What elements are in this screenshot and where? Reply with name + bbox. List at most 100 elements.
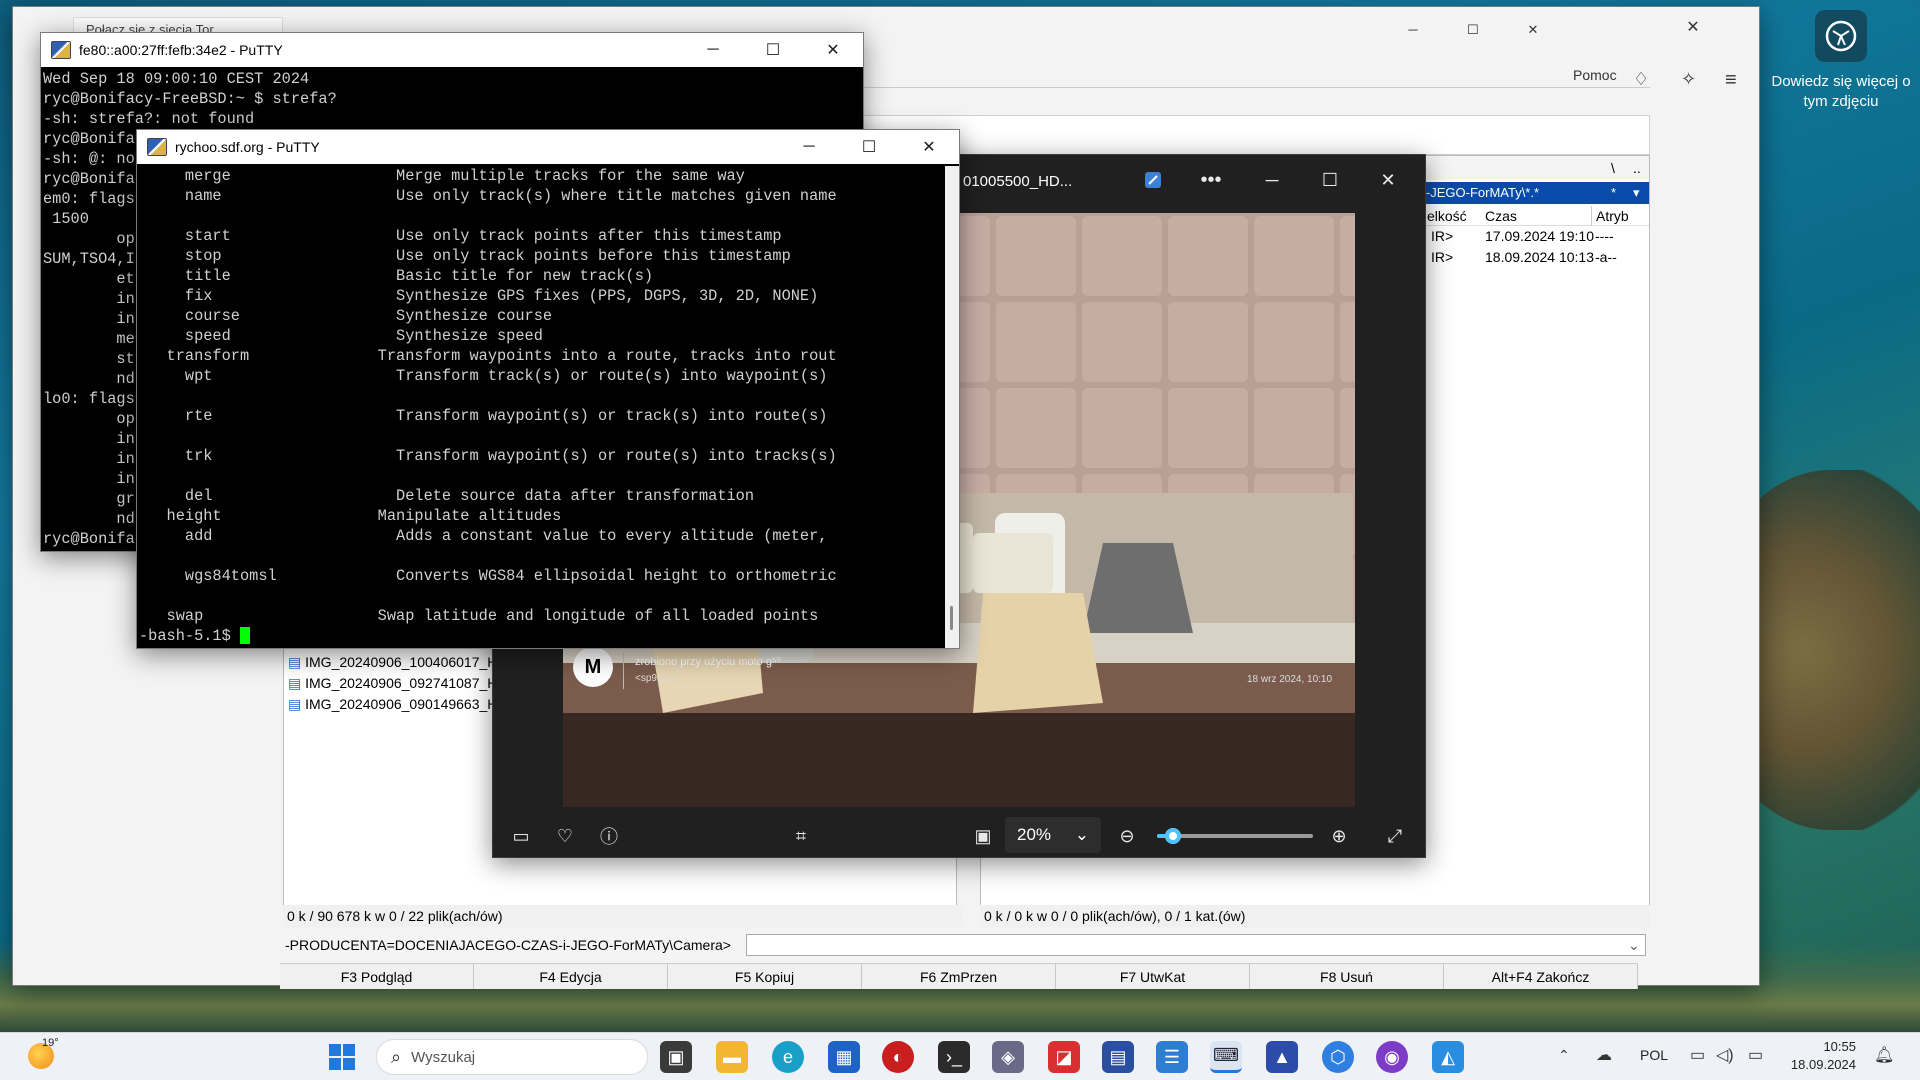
bell-icon[interactable]: 🔔︎ — [1874, 1045, 1894, 1065]
putty-taskbar-icon[interactable]: ⌨ — [1210, 1041, 1242, 1073]
scrollbar[interactable] — [945, 166, 959, 648]
cmd-input[interactable] — [746, 934, 1646, 956]
menu-icon[interactable]: ≡ — [1725, 69, 1737, 92]
battery-icon[interactable]: ▭ — [1748, 1045, 1763, 1065]
f8-delete-button[interactable]: F8 Usuń — [1250, 964, 1444, 989]
terminal-prompt[interactable]: -bash-5.1$ — [139, 626, 937, 646]
command-line[interactable]: -PRODUCENTA=DOCENIAJACEGO-CZAS-i-JEGO-Fo… — [283, 931, 1651, 959]
save-icon[interactable]: ▤ — [1102, 1041, 1134, 1073]
putty1-titlebar[interactable]: fe80::a00:27ff:fefb:34e2 - PuTTY ─ ☐ ✕ — [41, 33, 863, 67]
minimize-icon[interactable]: ─ — [779, 130, 839, 164]
terminal-output[interactable]: merge Merge multiple tracks for the same… — [139, 166, 937, 648]
zoom-out-icon[interactable]: ⊖ — [1109, 820, 1145, 852]
scrollbar-thumb[interactable] — [950, 606, 953, 630]
fullscreen-icon[interactable]: ⤢ — [1377, 820, 1413, 852]
putty-window-2[interactable]: rychoo.sdf.org - PuTTY ─ ☐ ✕ merge Merge… — [136, 129, 960, 649]
terminal-line: start Use only track points after this t… — [139, 227, 782, 245]
sparkle-icon[interactable]: ✧ — [1681, 69, 1696, 90]
filmstrip-icon[interactable]: ▭ — [503, 820, 539, 852]
parent-button[interactable]: .. — [1633, 160, 1641, 176]
f5-copy-button[interactable]: F5 Kopiuj — [668, 964, 862, 989]
more-icon[interactable]: ••• — [1191, 165, 1231, 195]
edge-icon[interactable]: e — [772, 1041, 804, 1073]
heart-icon[interactable]: ♡ — [547, 820, 583, 852]
language-indicator[interactable]: POL — [1640, 1047, 1668, 1063]
minimize-icon[interactable]: ─ — [1247, 165, 1297, 195]
total-commander-icon[interactable]: ▲ — [1266, 1041, 1298, 1073]
zoom-in-icon[interactable]: ⊕ — [1321, 820, 1357, 852]
pdf-icon[interactable]: ◪ — [1048, 1041, 1080, 1073]
f6-move-button[interactable]: F6 ZmPrzen — [862, 964, 1056, 989]
filter-star[interactable]: * — [1611, 182, 1616, 204]
file-name: IMG_20240906_100406017_H — [305, 654, 498, 670]
terminal-line: del Delete source data after transformat… — [139, 487, 755, 505]
row-attr: ---- — [1595, 228, 1614, 244]
visual-search-icon[interactable]: ⌗ — [783, 820, 819, 852]
volume-icon[interactable]: ◁) — [1716, 1045, 1734, 1065]
clock[interactable]: 10:55 18.09.2024 — [1786, 1038, 1856, 1074]
search-box[interactable]: ⌕ Wyszukaj — [376, 1039, 648, 1075]
list-item[interactable]: ▤ IMG_20240906_092741087_H — [288, 673, 497, 694]
f4-edit-button[interactable]: F4 Edycja — [474, 964, 668, 989]
row-time: 17.09.2024 19:10 — [1485, 228, 1594, 244]
start-icon[interactable] — [326, 1041, 358, 1073]
weather-temp: 19° — [42, 1037, 59, 1049]
terminal-icon[interactable]: ›_ — [938, 1041, 970, 1073]
col-attr[interactable]: Atryb — [1591, 206, 1629, 226]
file-explorer-icon[interactable]: ▬ — [716, 1041, 748, 1073]
maximize-icon[interactable]: ☐ — [1305, 165, 1355, 195]
cursor — [239, 627, 250, 645]
zoom-dropdown[interactable]: 20% ⌄ — [1005, 817, 1101, 853]
minimize-icon[interactable]: ─ — [1393, 15, 1433, 45]
col-time[interactable]: Czas — [1485, 206, 1517, 226]
close-icon[interactable]: ✕ — [899, 130, 959, 164]
close-icon[interactable]: ✕ — [1513, 15, 1553, 45]
edit-icon[interactable] — [1135, 165, 1171, 195]
outer-close-icon[interactable]: ✕ — [1663, 13, 1723, 43]
tor-icon[interactable]: ◉ — [1376, 1041, 1408, 1073]
search-placeholder: Wyszukaj — [411, 1048, 476, 1066]
zoom-slider-thumb[interactable] — [1164, 828, 1181, 844]
file-name: IMG_20240906_092741087_H — [305, 675, 498, 691]
clock-date: 18.09.2024 — [1790, 1057, 1856, 1072]
list-item[interactable]: ▤ IMG_20240906_090149663_H — [288, 694, 497, 715]
actual-size-icon[interactable]: ▣ — [965, 820, 1001, 852]
terminal-line: wpt Transform track(s) or route(s) into … — [139, 367, 828, 385]
app-icon-red[interactable]: ◐ — [882, 1041, 914, 1073]
right-path: i-JEGO-ForMATy\*.* — [1423, 185, 1540, 200]
f3-view-button[interactable]: F3 Podgląd — [280, 964, 474, 989]
network-icon[interactable]: ▭ — [1690, 1045, 1705, 1065]
notepad-icon[interactable]: ☰ — [1156, 1041, 1188, 1073]
close-icon[interactable]: ✕ — [1363, 165, 1413, 195]
spotlight-widget[interactable]: Dowiedz się więcej o tym zdjęciu — [1768, 10, 1914, 112]
info-icon[interactable]: ⓘ — [591, 820, 627, 852]
app-icon-blue[interactable]: ⬡ — [1322, 1041, 1354, 1073]
watermark-date: 18 wrz 2024, 10:10 — [1247, 674, 1333, 685]
maximize-icon[interactable]: ☐ — [839, 130, 899, 164]
list-item[interactable]: ▤ IMG_20240906_100406017_H — [288, 652, 497, 673]
exit-button[interactable]: Alt+F4 Zakończ — [1444, 964, 1638, 989]
menu-help[interactable]: Pomoc — [1573, 67, 1617, 83]
chevron-down-icon[interactable]: ▾ — [1633, 182, 1640, 204]
chevron-down-icon[interactable]: ⌄ — [1628, 931, 1640, 959]
cloud-icon[interactable]: ☁ — [1596, 1045, 1612, 1065]
col-size[interactable]: elkość — [1427, 206, 1467, 226]
maximize-icon[interactable]: ☐ — [1453, 15, 1493, 45]
putty2-titlebar[interactable]: rychoo.sdf.org - PuTTY ─ ☐ ✕ — [137, 130, 959, 164]
store-icon[interactable]: ▦ — [828, 1041, 860, 1073]
file-list[interactable]: ▤ IMG_20240906_100406017_H ▤ IMG_2024090… — [288, 652, 497, 715]
terminal-line: name Use only track(s) where title match… — [139, 187, 837, 205]
task-view-icon[interactable]: ▣ — [660, 1041, 692, 1073]
chevron-up-icon[interactable]: ⌃ — [1558, 1047, 1570, 1064]
minimize-icon[interactable]: ─ — [683, 33, 743, 67]
root-button[interactable]: \ — [1611, 160, 1615, 176]
maximize-icon[interactable]: ☐ — [743, 33, 803, 67]
close-icon[interactable]: ✕ — [803, 33, 863, 67]
virtualbox-icon[interactable]: ◈ — [992, 1041, 1024, 1073]
row-time: 18.09.2024 10:13 — [1485, 249, 1594, 265]
zoom-slider[interactable] — [1157, 828, 1313, 844]
photos-icon[interactable]: ◭ — [1432, 1041, 1464, 1073]
f7-mkdir-button[interactable]: F7 UtwKat — [1056, 964, 1250, 989]
